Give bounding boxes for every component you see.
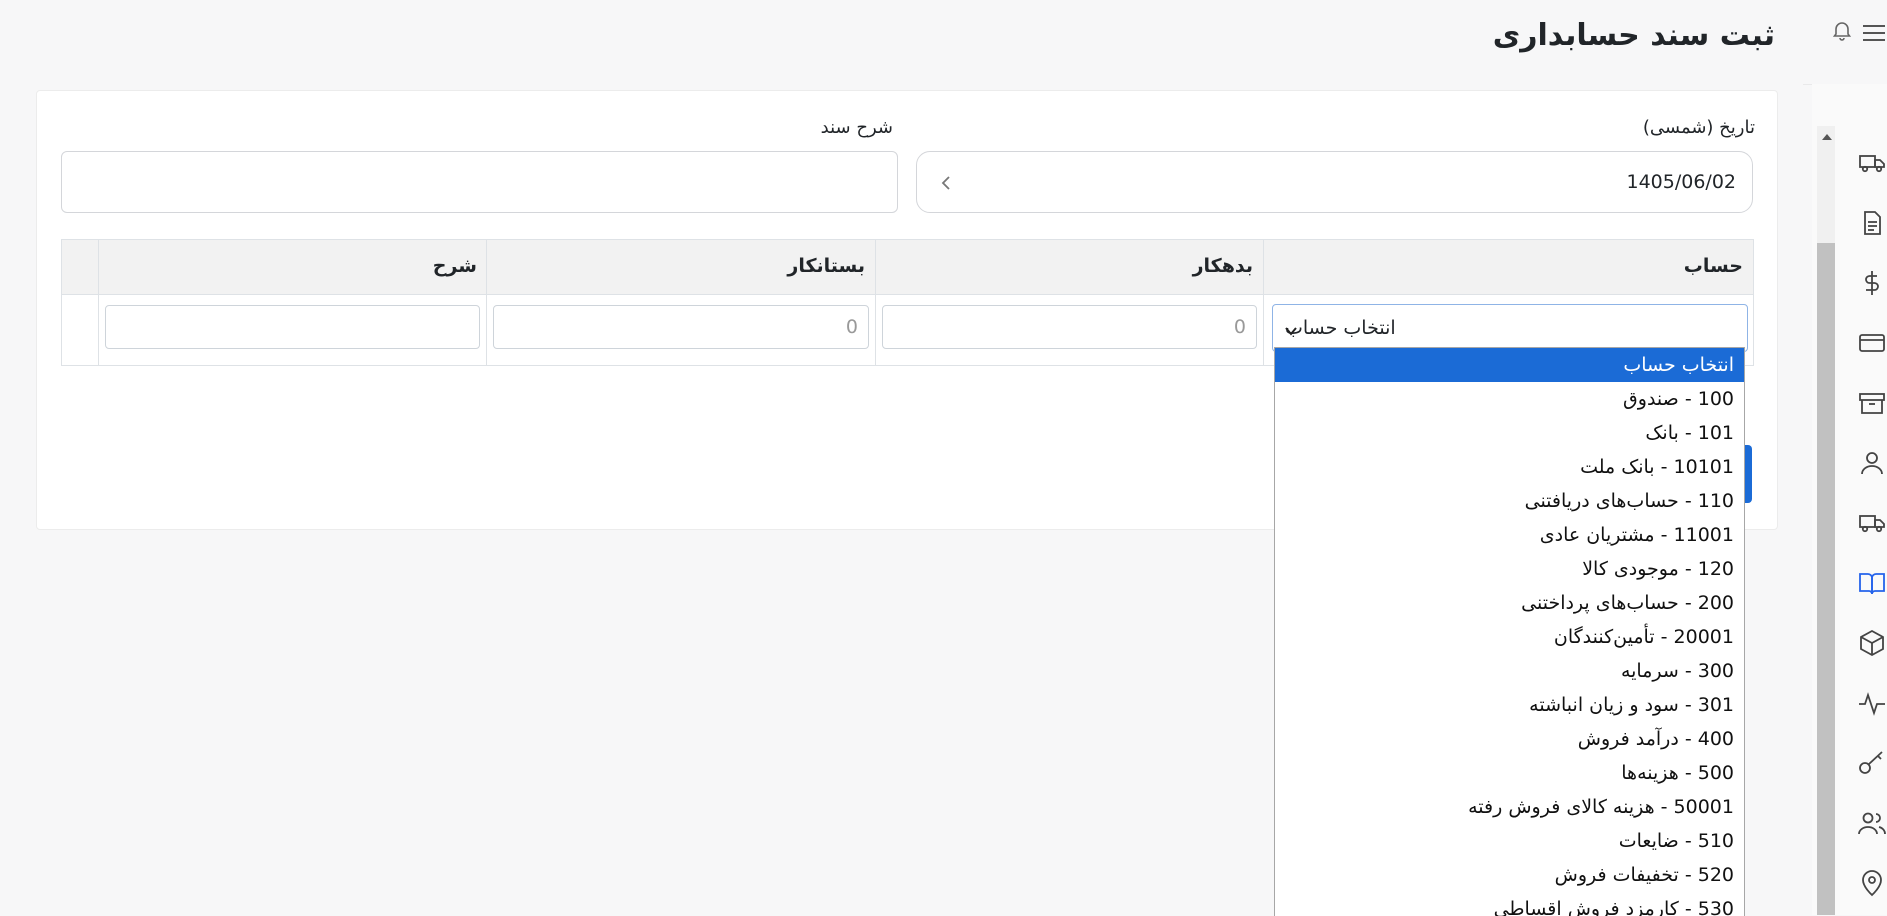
dropdown-option[interactable]: 530 - کارمزد فروش اقساطی [1275,892,1744,916]
user-icon[interactable] [1857,448,1887,478]
date-field[interactable]: 1405/06/02 [916,151,1753,213]
dropdown-option[interactable]: 301 - سود و زیان انباشته [1275,688,1744,722]
scrollbar-thumb[interactable] [1817,243,1835,915]
book-icon[interactable] [1857,568,1887,598]
dropdown-option[interactable]: 520 - تخفیفات فروش [1275,858,1744,892]
dropdown-option[interactable]: 50001 - هزینه کالای فروش رفته [1275,790,1744,824]
dropdown-option[interactable]: 100 - صندوق [1275,382,1744,416]
dropdown-option[interactable]: 10101 - بانک ملت [1275,450,1744,484]
key-icon[interactable] [1857,748,1887,778]
header-account: حساب [1683,255,1743,277]
dropdown-option[interactable]: 120 - موجودی کالا [1275,552,1744,586]
dropdown-option[interactable]: 500 - هزینه‌ها [1275,756,1744,790]
menu-icon[interactable] [1861,20,1887,46]
truck-icon[interactable] [1857,508,1887,538]
account-dropdown-list[interactable]: انتخاب حساب 100 - صندوق 101 - بانک 10101 - … [1274,347,1745,916]
page-title: ثبت سند حسابداری [1492,18,1775,53]
credit-input[interactable]: 0 [493,305,869,349]
description-label: شرح سند [820,117,893,138]
users-icon[interactable] [1857,808,1887,838]
dropdown-option[interactable]: 110 - حساب‌های دریافتنی [1275,484,1744,518]
box-icon[interactable] [1857,628,1887,658]
row-description-input[interactable] [105,305,480,349]
archive-icon[interactable] [1857,388,1887,418]
date-value: 1405/06/02 [1626,171,1736,193]
dropdown-option[interactable]: 300 - سرمایه [1275,654,1744,688]
date-label: تاریخ (شمسی) [1642,117,1755,138]
account-select-value: انتخاب حساب [1285,317,1396,339]
activity-icon[interactable] [1857,688,1887,718]
dropdown-option[interactable]: انتخاب حساب [1275,348,1744,382]
truck-icon[interactable] [1857,148,1887,178]
debit-input[interactable]: 0 [882,305,1257,349]
chevron-down-icon [1283,321,1299,336]
chevron-left-icon[interactable] [939,172,953,194]
dropdown-option[interactable]: 11001 - مشتریان عادی [1275,518,1744,552]
header-debit: بدهکار [1192,255,1253,277]
topbar-actions [1803,0,1887,85]
dropdown-option[interactable]: 510 - ضایعات [1275,824,1744,858]
header-desc: شرح [432,255,477,277]
dropdown-option[interactable]: 101 - بانک [1275,416,1744,450]
description-field[interactable] [61,151,898,213]
dropdown-option[interactable]: 20001 - تأمین‌کنندگان [1275,620,1744,654]
header-credit: بستانکار [787,255,865,277]
document-icon[interactable] [1857,208,1887,238]
table-header [62,240,1753,295]
scroll-up-arrow-icon[interactable] [1822,134,1832,140]
card-icon[interactable] [1857,328,1887,358]
dropdown-option[interactable]: 200 - حساب‌های پرداختنی [1275,586,1744,620]
location-icon[interactable] [1857,868,1887,898]
account-select[interactable]: انتخاب حساب [1272,304,1748,352]
scrollbar[interactable] [1817,126,1835,915]
bell-icon[interactable] [1830,18,1854,42]
dropdown-option[interactable]: 400 - درآمد فروش [1275,722,1744,756]
dollar-icon[interactable] [1857,268,1887,298]
